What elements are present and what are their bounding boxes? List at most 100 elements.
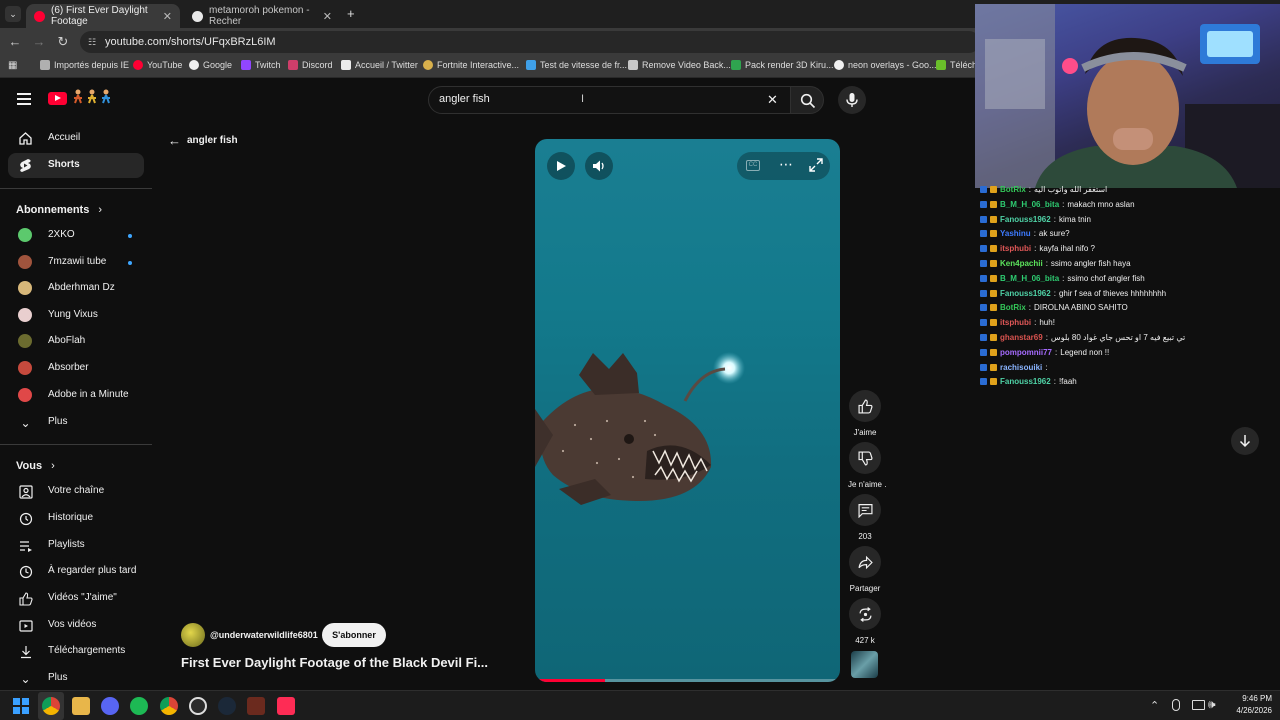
steam-icon[interactable] <box>218 697 236 715</box>
comments-action[interactable]: 203 <box>848 494 882 541</box>
chat-username[interactable]: rachisouiki <box>1000 363 1042 372</box>
clock-time[interactable]: 9:46 PM <box>1232 694 1272 703</box>
back-to-search[interactable]: ← angler fish <box>168 133 238 148</box>
search-input[interactable]: angler fish I ✕ <box>428 86 791 114</box>
play-button[interactable] <box>547 152 575 180</box>
bookmark-item[interactable]: Twitch <box>241 60 281 70</box>
menu-icon[interactable] <box>17 93 31 105</box>
new-tab-button[interactable]: + <box>347 6 355 21</box>
volume-button[interactable] <box>585 152 613 180</box>
remix-action[interactable]: 427 k <box>848 598 882 645</box>
tiktok-icon[interactable] <box>277 697 295 715</box>
search-button[interactable] <box>790 86 824 114</box>
back-arrow-icon[interactable]: ← <box>7 34 23 49</box>
subscriptions-heading[interactable]: Abonnements › <box>16 204 102 216</box>
sidebar-item-videos-jaime[interactable]: Vidéos "J'aime" <box>8 586 144 611</box>
sidebar-item-plus-you[interactable]: ⌄ Plus <box>8 666 144 691</box>
file-explorer-icon[interactable] <box>72 697 90 715</box>
bookmark-item[interactable]: Fortnite Interactive... <box>423 60 519 70</box>
url-input[interactable]: ☷ youtube.com/shorts/UFqxBRzL6IM <box>80 31 980 53</box>
clock-date[interactable]: 4/26/2026 <box>1222 706 1272 715</box>
share-action[interactable]: Partager <box>848 546 882 593</box>
sound-thumbnail[interactable] <box>851 651 878 678</box>
sidebar-item-historique[interactable]: Historique <box>8 506 144 531</box>
obs-icon[interactable] <box>189 697 207 715</box>
youtube-logo[interactable] <box>48 92 67 105</box>
captions-icon[interactable]: CC <box>746 160 760 171</box>
site-info-icon[interactable]: ☷ <box>88 31 96 53</box>
tab-active[interactable]: (6) First Ever Daylight Footage ✕ <box>26 4 180 28</box>
forward-arrow-icon[interactable]: → <box>31 34 47 49</box>
chat-username[interactable]: Fanouss1962 <box>1000 289 1051 298</box>
chat-username[interactable]: Fanouss1962 <box>1000 377 1051 386</box>
close-tab-icon[interactable]: ✕ <box>323 10 332 23</box>
chat-username[interactable]: Yashinu <box>1000 229 1031 238</box>
bookmark-item[interactable]: Importés depuis IE <box>40 60 129 70</box>
sidebar-item-aboflah[interactable]: AboFlah <box>8 329 144 354</box>
sidebar-item-abderhman-dz[interactable]: Abderhman Dz <box>8 276 144 301</box>
scroll-to-bottom-button[interactable] <box>1231 427 1259 455</box>
sidebar-item-vos-videos[interactable]: Vos vidéos <box>8 613 144 638</box>
speaker-icon[interactable]: 🕪 <box>1208 697 1216 712</box>
voice-search-button[interactable] <box>838 86 866 114</box>
channel-name[interactable]: @underwaterwildlife6801 <box>210 630 318 640</box>
short-title[interactable]: First Ever Daylight Footage of the Black… <box>181 655 488 670</box>
bookmark-item[interactable]: Remove Video Back... <box>628 60 731 70</box>
chat-username[interactable]: Ken4pachii <box>1000 259 1043 268</box>
remix-icon[interactable] <box>849 598 881 630</box>
sidebar-item-playlists[interactable]: Playlists <box>8 533 144 558</box>
sidebar-item-plus-subscriptions[interactable]: ⌄ Plus <box>8 410 144 435</box>
bookmark-item[interactable]: Test de vitesse de fr... <box>526 60 627 70</box>
discord-icon[interactable] <box>101 697 119 715</box>
bookmark-item[interactable]: neon overlays - Goo... <box>834 60 937 70</box>
you-heading[interactable]: Vous › <box>16 460 55 472</box>
chrome-icon[interactable] <box>42 697 60 715</box>
chrome-alt-icon[interactable] <box>160 697 178 715</box>
chevron-up-icon[interactable]: ⌃ <box>1150 699 1159 712</box>
sidebar-item-7mzawii-tube[interactable]: 7mzawii tube <box>8 250 144 275</box>
chat-username[interactable]: ghanstar69 <box>1000 333 1043 342</box>
chat-username[interactable]: itsphubi <box>1000 318 1031 327</box>
sidebar-item-2xko[interactable]: 2XKO <box>8 223 144 248</box>
thumbs-up-icon[interactable] <box>849 390 881 422</box>
sidebar-item-yung-vixus[interactable]: Yung Vixus <box>8 303 144 328</box>
thumbs-down-icon[interactable] <box>849 442 881 474</box>
sidebar-item-absorber[interactable]: Absorber <box>8 356 144 381</box>
apps-grid-icon[interactable]: ▦ <box>8 60 19 71</box>
share-icon[interactable] <box>849 546 881 578</box>
subscribe-button[interactable]: S'abonner <box>322 623 386 647</box>
chat-username[interactable]: itsphubi <box>1000 244 1031 253</box>
sidebar-item-adobe-in-a-minute[interactable]: Adobe in a Minute <box>8 383 144 408</box>
sidebar-item-regarder-plus-tard[interactable]: À regarder plus tard <box>8 559 144 584</box>
bookmark-item[interactable]: Pack render 3D Kiru... <box>731 60 834 70</box>
sidebar-item-telechargements[interactable]: Téléchargements <box>8 639 144 664</box>
clear-search-icon[interactable]: ✕ <box>767 92 778 108</box>
bookmark-item[interactable]: YouTube <box>133 60 182 70</box>
more-options-icon[interactable]: ⋯ <box>779 156 793 173</box>
spotify-icon[interactable] <box>130 697 148 715</box>
tab-inactive[interactable]: metamoroh pokemon - Recher ✕ <box>184 4 340 28</box>
windows-start-icon[interactable] <box>13 698 29 714</box>
chat-username[interactable]: pompomnii77 <box>1000 348 1052 357</box>
bookmark-item[interactable]: Google <box>189 60 232 70</box>
chat-username[interactable]: Fanouss1962 <box>1000 215 1051 224</box>
video-progress-bar[interactable] <box>535 679 840 682</box>
sidebar-item-accueil[interactable]: Accueil <box>8 126 144 151</box>
sidebar-item-votre-chaine[interactable]: Votre chaîne <box>8 479 144 504</box>
chat-username[interactable]: B_M_H_06_bita <box>1000 274 1059 283</box>
sidebar-item-shorts[interactable]: Shorts <box>8 153 144 178</box>
bookmark-item[interactable]: Discord <box>288 60 333 70</box>
bookmark-item[interactable]: Accueil / Twitter <box>341 60 418 70</box>
fullscreen-icon[interactable] <box>809 158 823 177</box>
microphone-tray-icon[interactable] <box>1172 699 1180 711</box>
network-icon[interactable] <box>1192 700 1205 710</box>
chat-username[interactable]: B_M_H_06_bita <box>1000 200 1059 209</box>
dislike-action[interactable]: Je n'aime . <box>848 442 886 489</box>
doodle-logo-icon[interactable] <box>72 88 114 108</box>
channel-avatar[interactable] <box>181 623 205 647</box>
like-action[interactable]: J'aime <box>848 390 882 437</box>
shorts-video-player[interactable]: CC ⋯ <box>535 139 840 682</box>
close-tab-icon[interactable]: ✕ <box>163 10 172 23</box>
chat-username[interactable]: BotRix <box>1000 303 1026 312</box>
tab-list-button[interactable]: ⌄ <box>5 6 21 22</box>
